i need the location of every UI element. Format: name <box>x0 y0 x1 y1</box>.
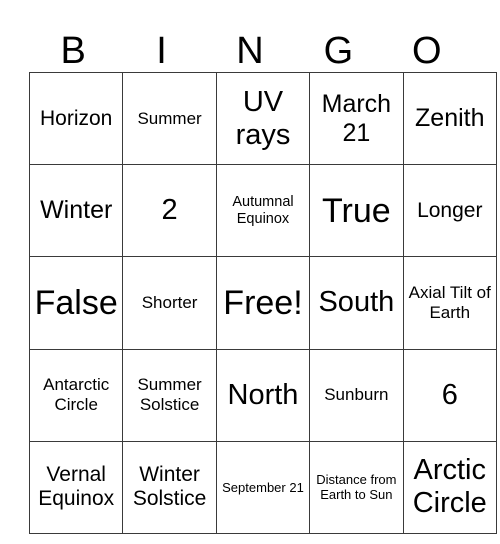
bingo-cell[interactable]: Autumnal Equinox <box>215 164 311 258</box>
bingo-cell[interactable]: March 21 <box>309 71 404 166</box>
bingo-cell[interactable]: Axial Tilt of Earth <box>402 256 497 350</box>
bingo-header-row: B I N G O <box>29 14 471 72</box>
bingo-header-letter-g: G <box>323 30 354 72</box>
bingo-cell[interactable]: Summer Solstice <box>122 348 217 442</box>
bingo-card: B I N G O Horizon Summer UV rays March 2… <box>28 14 497 534</box>
bingo-cell[interactable]: 6 <box>402 348 497 442</box>
bingo-cell[interactable]: Winter Solstice <box>122 440 217 534</box>
bingo-cell[interactable]: South <box>309 256 404 350</box>
bingo-cell[interactable]: North <box>215 348 311 442</box>
bingo-header-letter-b: B <box>60 30 86 72</box>
bingo-cell[interactable]: Sunburn <box>309 348 404 442</box>
bingo-header-letter-i: I <box>156 30 167 72</box>
bingo-cell[interactable]: September 21 <box>215 440 311 534</box>
bingo-row: Antarctic Circle Summer Solstice North S… <box>28 348 497 442</box>
bingo-row: Winter 2 Autumnal Equinox True Longer <box>28 164 497 258</box>
bingo-cell-free[interactable]: Free! <box>215 256 311 350</box>
bingo-cell[interactable]: Antarctic Circle <box>28 348 124 442</box>
bingo-row: False Shorter Free! South Axial Tilt of … <box>28 256 497 350</box>
bingo-cell[interactable]: Horizon <box>28 71 124 166</box>
bingo-cell[interactable]: Longer <box>402 164 497 258</box>
bingo-grid: Horizon Summer UV rays March 21 Zenith W… <box>28 71 497 534</box>
bingo-cell[interactable]: Summer <box>122 71 217 166</box>
bingo-cell[interactable]: False <box>28 256 124 350</box>
bingo-cell[interactable]: UV rays <box>215 71 311 166</box>
bingo-row: Horizon Summer UV rays March 21 Zenith <box>28 71 497 166</box>
bingo-cell[interactable]: Zenith <box>402 71 497 166</box>
bingo-cell[interactable]: Distance from Earth to Sun <box>309 440 404 534</box>
bingo-cell[interactable]: Winter <box>28 164 124 258</box>
bingo-cell[interactable]: Arctic Circle <box>402 440 497 534</box>
bingo-cell[interactable]: Shorter <box>122 256 217 350</box>
bingo-row: Vernal Equinox Winter Solstice September… <box>28 440 497 534</box>
bingo-header-letter-o: O <box>411 30 442 72</box>
bingo-cell[interactable]: 2 <box>122 164 217 258</box>
bingo-cell[interactable]: Vernal Equinox <box>28 440 124 534</box>
bingo-cell[interactable]: True <box>309 164 404 258</box>
bingo-header-letter-n: N <box>236 30 264 72</box>
